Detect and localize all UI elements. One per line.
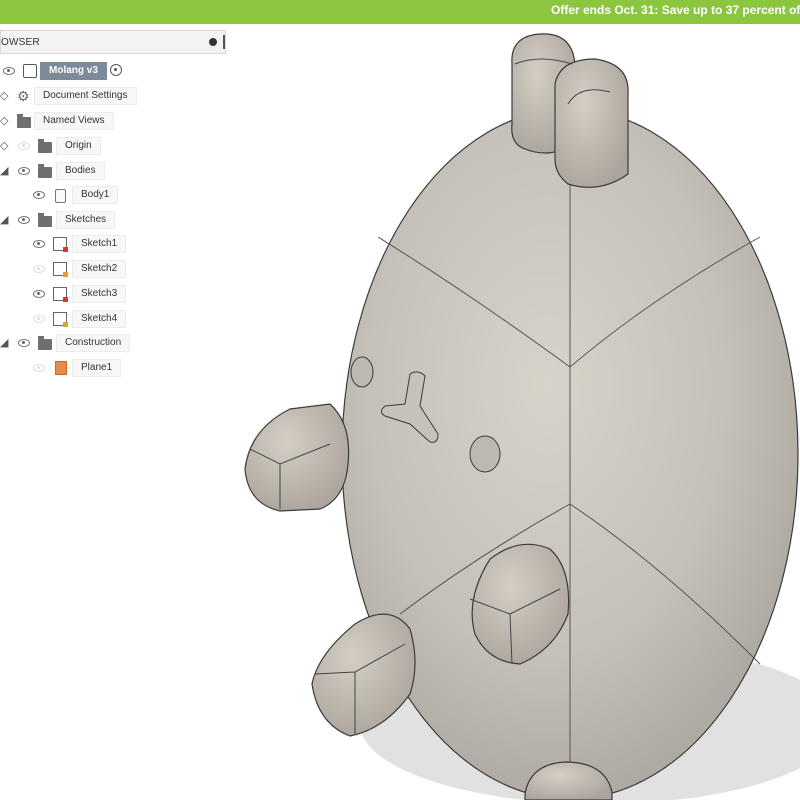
chevron-down-icon[interactable]: ◢: [0, 213, 10, 227]
tree-item-label[interactable]: Sketch2: [72, 260, 127, 278]
plane-icon: [55, 361, 67, 375]
tree-item-label[interactable]: Body1: [72, 186, 119, 204]
document-label[interactable]: Molang v3: [40, 62, 107, 80]
folder-icon: [38, 336, 52, 350]
chevron-right-icon[interactable]: ◇: [0, 139, 10, 153]
right-eye: [469, 435, 501, 473]
eye-icon[interactable]: [18, 142, 30, 150]
eye-icon[interactable]: [18, 216, 30, 224]
sketch-icon: [53, 312, 68, 327]
tree-item-label[interactable]: Origin: [56, 137, 101, 155]
folder-icon: [38, 213, 52, 227]
eye-icon[interactable]: [18, 167, 30, 175]
folder-icon: [17, 114, 31, 128]
tree-item-sketch2[interactable]: Sketch2: [0, 259, 228, 281]
document-icon: [23, 64, 37, 78]
chevron-down-icon[interactable]: ◢: [0, 336, 10, 350]
chevron-right-icon[interactable]: ◇: [0, 89, 10, 103]
tree-item-sketch1[interactable]: Sketch1: [0, 234, 228, 256]
eye-icon[interactable]: [33, 290, 45, 298]
tree-item-label[interactable]: Bodies: [56, 162, 105, 180]
tree-item-label[interactable]: Construction: [56, 334, 131, 352]
gear-icon: ⚙: [17, 88, 30, 104]
body-icon: [55, 189, 66, 203]
promo-banner[interactable]: Offer ends Oct. 31: Save up to 37 percen…: [0, 0, 800, 24]
tree-item-label[interactable]: Plane1: [72, 359, 122, 377]
tree-item-document-settings[interactable]: ◇ ⚙ Document Settings: [0, 86, 228, 108]
tree-item-origin[interactable]: ◇ Origin: [0, 136, 228, 158]
tree-item-named-views[interactable]: ◇ Named Views: [0, 111, 228, 133]
panel-grip-icon[interactable]: [223, 35, 225, 49]
browser-title: OWSER: [1, 37, 40, 48]
eye-icon[interactable]: [33, 364, 45, 372]
active-indicator-icon[interactable]: [110, 64, 122, 76]
tree-item-label[interactable]: Named Views: [34, 112, 114, 130]
tree-item-sketch4[interactable]: Sketch4: [0, 309, 228, 331]
tree-item-sketches[interactable]: ◢ Sketches: [0, 210, 228, 232]
tree-item-molang-v3[interactable]: Molang v3: [0, 61, 228, 83]
sketch-icon: [53, 287, 68, 302]
tree-item-construction[interactable]: ◢ Construction: [0, 333, 228, 355]
folder-icon: [38, 164, 52, 178]
eye-icon[interactable]: [33, 191, 45, 199]
tree-item-label[interactable]: Sketch3: [72, 285, 127, 303]
tree-item-label[interactable]: Sketch1: [72, 235, 127, 253]
tree-item-sketch3[interactable]: Sketch3: [0, 284, 228, 306]
left-eye: [350, 356, 374, 388]
tree-item-label[interactable]: Document Settings: [34, 87, 137, 105]
browser-header: OWSER: [0, 30, 226, 54]
right-ear: [554, 58, 629, 188]
tree-item-plane1[interactable]: Plane1: [0, 358, 228, 380]
promo-text[interactable]: Offer ends Oct. 31: Save up to 37 percen…: [551, 3, 800, 17]
tree-item-bodies[interactable]: ◢ Bodies: [0, 161, 228, 183]
pin-icon[interactable]: [209, 38, 217, 46]
eye-icon[interactable]: [3, 67, 15, 75]
folder-icon: [38, 139, 52, 153]
tree-item-body1[interactable]: Body1: [0, 185, 228, 207]
eye-icon[interactable]: [33, 265, 45, 273]
eye-icon[interactable]: [33, 240, 45, 248]
eye-icon[interactable]: [33, 315, 45, 323]
tree-item-label[interactable]: Sketches: [56, 211, 116, 229]
eye-icon[interactable]: [18, 339, 30, 347]
chevron-right-icon[interactable]: ◇: [0, 114, 10, 128]
browser-panel: OWSER Molang v3 ◇ ⚙ Document Settings ◇ …: [0, 30, 228, 390]
sketch-icon: [53, 262, 68, 277]
tree-item-label[interactable]: Sketch4: [72, 310, 127, 328]
chevron-down-icon[interactable]: ◢: [0, 164, 10, 178]
sketch-icon: [53, 237, 68, 252]
